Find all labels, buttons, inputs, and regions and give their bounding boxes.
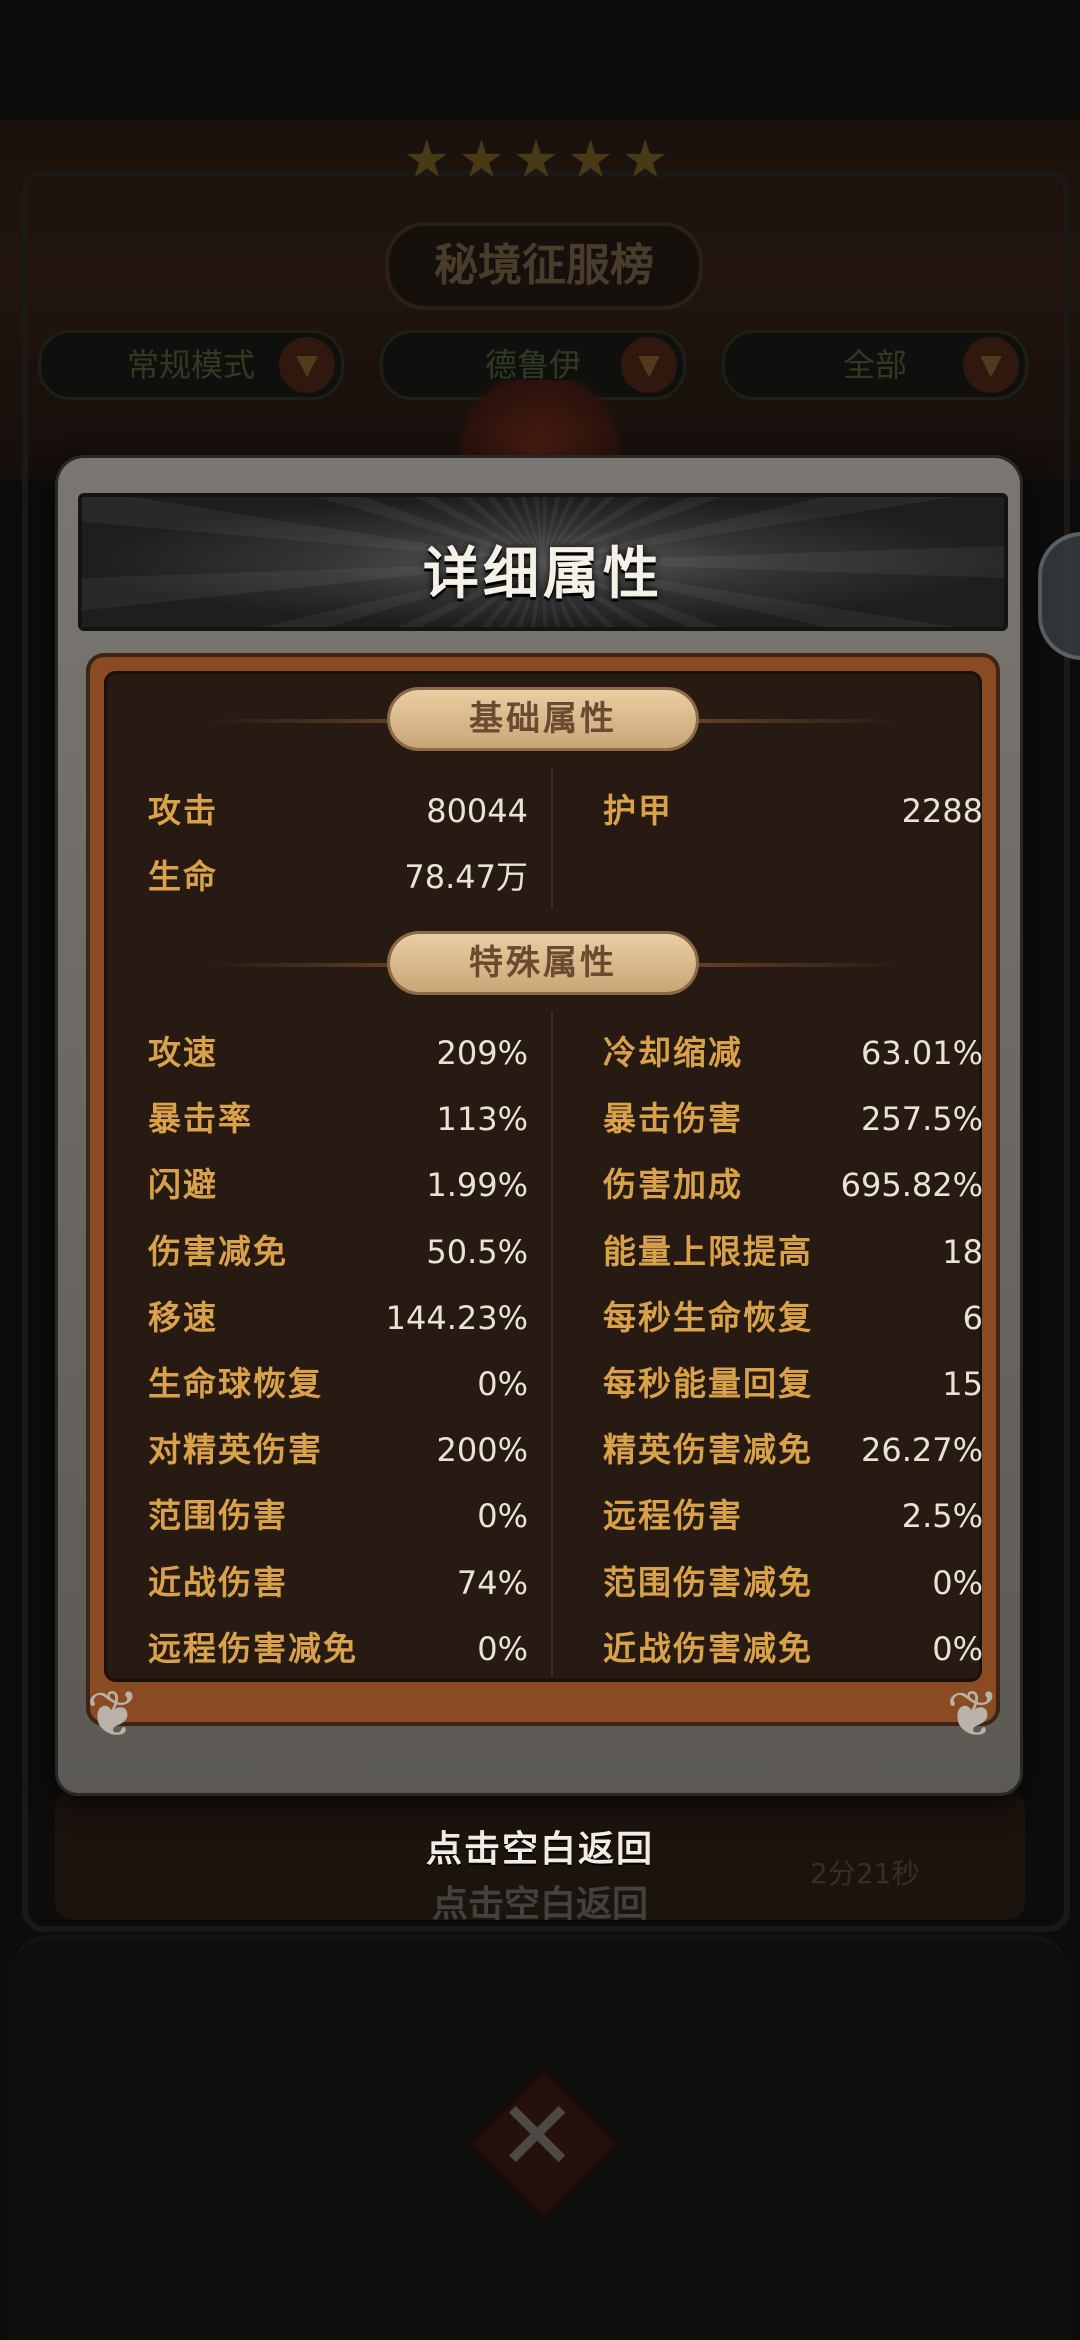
stat-label: 每秒生命恢复 — [603, 1297, 813, 1337]
stat-row: 每秒生命恢复 6 — [603, 1288, 983, 1348]
stat-row: 伤害加成 695.82% — [603, 1155, 983, 1215]
stat-value: 695.82% — [840, 1166, 983, 1205]
stat-label: 生命球恢复 — [148, 1364, 323, 1403]
stat-label: 闪避 — [148, 1165, 218, 1205]
close-icon: ✕ — [497, 2080, 578, 2192]
stat-value: 0% — [477, 1497, 528, 1536]
stat-row: 闪避 1.99% — [148, 1155, 528, 1215]
ornament-corner-icon: ❦ — [946, 1678, 1000, 1752]
dialog-header: 详细属性 — [78, 493, 1008, 631]
stat-value: 63.01% — [860, 1034, 983, 1072]
stat-value: 0% — [932, 1563, 983, 1602]
special-attributes-header: 特殊属性 — [390, 934, 696, 992]
stat-label: 范围伤害 — [148, 1496, 288, 1536]
scope-filter-label: 全部 — [842, 346, 907, 384]
stat-value: 26.27% — [860, 1431, 983, 1470]
stat-label: 对精英伤害 — [148, 1430, 323, 1470]
attributes-panel: 基础属性 攻击 80044 生命 78.47万 护甲 2288 特殊属性 攻速 2… — [86, 653, 1000, 1750]
stat-value: 2288 — [901, 792, 983, 830]
stat-row: 伤害减免 50.5% — [148, 1222, 528, 1282]
stat-label: 攻击 — [148, 791, 218, 830]
stat-value: 144.23% — [385, 1298, 528, 1337]
stat-row: 精英伤害减免 26.27% — [603, 1420, 983, 1480]
stat-row: 范围伤害减免 0% — [603, 1553, 983, 1613]
leaderboard-title: 秘境征服榜 — [385, 222, 703, 310]
chevron-down-icon: ▼ — [963, 337, 1019, 393]
stat-label: 移速 — [148, 1297, 218, 1337]
stat-row: 暴击伤害 257.5% — [603, 1089, 983, 1149]
stat-label: 伤害减免 — [148, 1231, 288, 1271]
stat-label: 伤害加成 — [603, 1165, 743, 1205]
stat-row: 暴击率 113% — [148, 1089, 528, 1149]
stat-value: 74% — [456, 1563, 528, 1602]
stat-row: 护甲 2288 — [603, 781, 983, 841]
stat-value: 257.5% — [860, 1100, 983, 1139]
stat-label: 范围伤害减免 — [603, 1562, 813, 1602]
stat-label: 攻速 — [148, 1033, 218, 1072]
column-divider — [551, 1011, 553, 1676]
stat-label: 近战伤害减免 — [603, 1628, 813, 1668]
stat-row: 范围伤害 0% — [148, 1486, 528, 1546]
stat-value: 0% — [477, 1629, 528, 1668]
stat-value: 50.5% — [426, 1232, 528, 1271]
stat-label: 能量上限提高 — [603, 1231, 813, 1271]
stat-value: 15 — [942, 1365, 983, 1403]
basic-attributes-header: 基础属性 — [390, 690, 696, 748]
mode-filter-dropdown[interactable]: 常规模式 ▼ — [38, 330, 344, 400]
column-divider — [551, 769, 553, 909]
stat-label: 远程伤害减免 — [148, 1628, 358, 1668]
detail-attributes-dialog: 详细属性 基础属性 攻击 80044 生命 78.47万 护甲 2288 特殊属… — [58, 458, 1020, 1793]
stat-value: 200% — [436, 1431, 528, 1470]
stat-value: 1.99% — [426, 1166, 528, 1205]
stat-value: 80044 — [426, 792, 528, 830]
stat-row: 近战伤害 74% — [148, 1553, 528, 1613]
stat-label: 精英伤害减免 — [603, 1430, 813, 1470]
stat-label: 远程伤害 — [603, 1496, 743, 1536]
ornament-corner-icon: ❦ — [86, 1678, 140, 1752]
stat-row: 对精英伤害 200% — [148, 1420, 528, 1480]
stat-value: 2.5% — [901, 1497, 983, 1536]
star-rating: ★★★★★ — [403, 130, 677, 190]
stat-row: 生命 78.47万 — [148, 847, 528, 907]
background-dismiss-hint: 点击空白返回 — [431, 1884, 648, 1925]
stat-label: 近战伤害 — [148, 1562, 288, 1602]
stat-value: 0% — [477, 1365, 528, 1403]
stat-label: 冷却缩减 — [603, 1033, 743, 1072]
stat-value: 78.47万 — [404, 858, 528, 896]
stat-value: 18 — [942, 1232, 983, 1271]
stat-label: 每秒能量回复 — [603, 1364, 813, 1403]
stat-row: 每秒能量回复 15 — [603, 1354, 983, 1414]
stat-row: 冷却缩减 63.01% — [603, 1023, 983, 1083]
class-filter-label: 德鲁伊 — [484, 346, 581, 384]
tap-blank-to-return[interactable]: 点击空白返回 — [0, 1820, 1080, 1872]
stat-label: 暴击率 — [148, 1099, 253, 1139]
stat-row: 能量上限提高 18 — [603, 1222, 983, 1282]
stat-label: 生命 — [148, 857, 218, 896]
stat-label: 暴击伤害 — [603, 1099, 743, 1139]
stat-value: 113% — [436, 1100, 528, 1139]
stat-value: 0% — [932, 1629, 983, 1668]
scope-filter-dropdown[interactable]: 全部 ▼ — [722, 330, 1028, 400]
stat-row: 近战伤害减免 0% — [603, 1619, 983, 1679]
attributes-panel-inner: 基础属性 攻击 80044 生命 78.47万 护甲 2288 特殊属性 攻速 2… — [104, 671, 983, 1682]
chevron-down-icon: ▼ — [279, 337, 335, 393]
mode-filter-label: 常规模式 — [126, 346, 255, 384]
stat-value: 209% — [436, 1034, 528, 1072]
dialog-title: 详细属性 — [423, 542, 663, 607]
stat-value: 6 — [962, 1298, 983, 1337]
stat-row: 攻击 80044 — [148, 781, 528, 841]
stat-label: 护甲 — [603, 791, 673, 830]
stat-row: 远程伤害减免 0% — [148, 1619, 528, 1679]
stat-row: 生命球恢复 0% — [148, 1354, 528, 1414]
stat-row: 远程伤害 2.5% — [603, 1486, 983, 1546]
stat-row: 移速 144.23% — [148, 1288, 528, 1348]
stat-row: 攻速 209% — [148, 1023, 528, 1083]
